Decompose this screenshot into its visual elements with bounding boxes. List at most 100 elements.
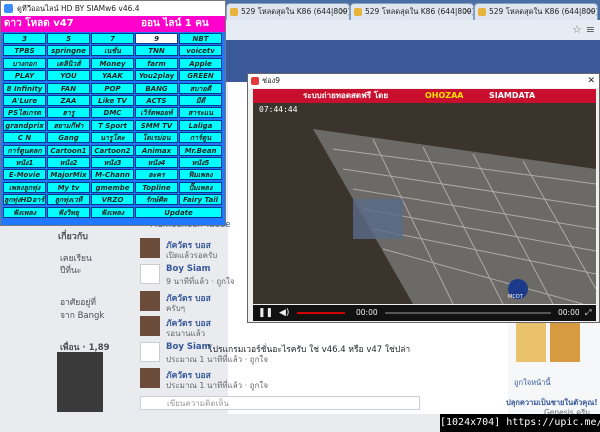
comment-input[interactable]: เขียนความคิดเห็น [140,396,420,410]
channel-button[interactable]: FAN [47,82,90,94]
star-icon[interactable]: ☆ [572,23,582,36]
fullscreen-icon[interactable]: ⤢ [585,305,591,321]
channel-button[interactable]: ละคร [135,169,178,181]
channel-button[interactable]: สาระแน [179,107,222,119]
channel-button[interactable]: Laliga [179,119,222,131]
channel-button[interactable]: หนัง5 [179,157,222,168]
browser-tab-1[interactable]: 529 โหลดสุดใน K86 (644|809) - ไทรบ้ ✕ [226,3,350,20]
channel-button[interactable]: You2play [135,70,178,82]
channel-button[interactable]: เวิร์ดพอยท์ [135,107,178,119]
avatar[interactable] [140,368,160,388]
channel-button[interactable]: C N [3,132,46,144]
channel-button[interactable]: การ์ตูนตลก [3,144,46,156]
friend-photo[interactable] [57,352,103,412]
channel-button[interactable]: 8 Infinity [3,82,46,94]
channel-button[interactable]: M-Chann [91,169,134,181]
channel-button[interactable]: ZAA [47,95,90,106]
channel-button[interactable]: 7 [91,33,134,44]
browser-tab-2[interactable]: 529 โหลดสุดใน K86 (644|809) - ไทรบ้ ✕ [350,3,474,20]
channel-button[interactable]: springne [47,45,90,57]
channel-button[interactable]: POP [91,82,134,94]
channel-button[interactable]: SMM TV [135,119,178,131]
update-button[interactable]: Update [135,206,222,218]
channel-button[interactable]: รักษ์ศิต [135,194,178,206]
channel-button[interactable]: YOU [47,70,90,82]
channel-button[interactable]: TNN [135,45,178,57]
channel-button[interactable]: Apple [179,57,222,69]
channel-button[interactable]: นารูโตะ [91,132,134,144]
channel-button[interactable]: หนัง2 [47,157,90,168]
channel-button[interactable]: มีดี [179,95,222,106]
channel-button[interactable]: PLAY [3,70,46,82]
channel-button[interactable]: My tv [47,181,90,193]
wrench-icon[interactable]: ≡ [586,23,595,36]
channel-button[interactable]: Animax [135,144,178,156]
comment-author[interactable]: Boy Siam [166,342,210,352]
channel-button[interactable]: โดเรม่อน [135,132,178,144]
channel-button[interactable]: DMC [91,107,134,119]
channel-button[interactable]: Like TV [91,95,134,106]
channel-button[interactable]: เนชั่น [91,45,134,57]
channel-button[interactable]: หนัง1 [3,157,46,168]
avatar[interactable] [140,238,160,258]
channel-button[interactable]: TPBS [3,45,46,57]
channel-button[interactable]: Cartoon2 [91,144,134,156]
channel-button[interactable]: Topline [135,181,178,193]
channel-button[interactable]: Money [91,57,134,69]
channel-button[interactable]: ลูกทุ่งHDอาร์ตติส [3,194,46,206]
avatar[interactable] [140,342,160,362]
channel-button[interactable]: สยามกีฬา [47,119,90,131]
channel-button[interactable]: ฟังเพลง [91,206,134,218]
download-link[interactable]: ดาว โหลด v47 [4,16,74,32]
volume-slider[interactable] [297,312,345,314]
like-page-link[interactable]: ถูกใจหน้านี้ [514,377,551,389]
channel-button[interactable]: gmembe [91,181,134,193]
channel-button[interactable]: A'Lure [3,95,46,106]
volume-icon[interactable]: ◀) [279,305,289,321]
channel-button[interactable]: ปั๊มเพลง [179,181,222,193]
channel-button[interactable]: E-Movie [3,169,46,181]
channel-button[interactable]: เดลินิวส์ [47,57,90,69]
channel-button[interactable]: การ์ตูน [179,132,222,144]
ad-image[interactable] [516,322,546,362]
close-icon[interactable]: ✕ [587,74,595,88]
channel-button[interactable]: ฮารู [47,107,90,119]
channel-button[interactable]: BANG [135,82,178,94]
channel-button[interactable]: ลูกทุ่งเวที [47,194,90,206]
about-item[interactable]: จาก Bangk [60,308,104,322]
channel-button[interactable]: Fairy Tail [179,194,222,206]
close-icon[interactable]: ✕ [587,4,594,20]
channel-button[interactable]: 3 [3,33,46,44]
channel-button[interactable]: ฟิมเพลง [179,169,222,181]
channel-button[interactable]: GREEN [179,70,222,82]
channel-button[interactable]: ฟังเพลง [3,206,46,218]
about-item[interactable]: อาศัยอยู่ที่ [60,295,96,309]
seek-bar[interactable] [385,312,551,314]
channel-button[interactable]: เพลงลูกทุ่ง [3,181,46,193]
channel-button[interactable]: สบายดี [179,82,222,94]
channel-button[interactable]: ACTS [135,95,178,106]
close-icon[interactable]: ✕ [463,4,470,20]
channel-button[interactable]: บางกอก [3,57,46,69]
channel-button[interactable]: 5 [47,33,90,44]
channel-button[interactable]: 9 [135,33,178,44]
avatar[interactable] [140,316,160,336]
channel-button[interactable]: voicetv [179,45,222,57]
browser-tab-3[interactable]: 529 โหลดสุดใน K86 (644|809) - ไทรบ้ ✕ [474,3,598,20]
pause-icon[interactable]: ❚❚ [258,305,273,321]
avatar[interactable] [140,264,160,284]
ad-image[interactable] [550,322,580,362]
channel-button[interactable]: ฟังวิทยุ [47,206,90,218]
channel-button[interactable]: PSไฮเกรด [3,107,46,119]
channel-button[interactable]: Cartoon1 [47,144,90,156]
channel-button[interactable]: T Sport [91,119,134,131]
channel-button[interactable]: farm [135,57,178,69]
video-screen[interactable]: ระบบถ่ายทอดสดฟรี โดย OHOZAA SIAMDATA 07:… [253,89,596,304]
avatar[interactable] [140,291,160,311]
channel-button[interactable]: MajorMix [47,169,90,181]
channel-button[interactable]: Mr.Bean [179,144,222,156]
channel-button[interactable]: VRZO [91,194,134,206]
close-icon[interactable]: ✕ [339,4,346,20]
channel-button[interactable]: Gang [47,132,90,144]
comment-author[interactable]: Boy Siam [166,264,210,274]
